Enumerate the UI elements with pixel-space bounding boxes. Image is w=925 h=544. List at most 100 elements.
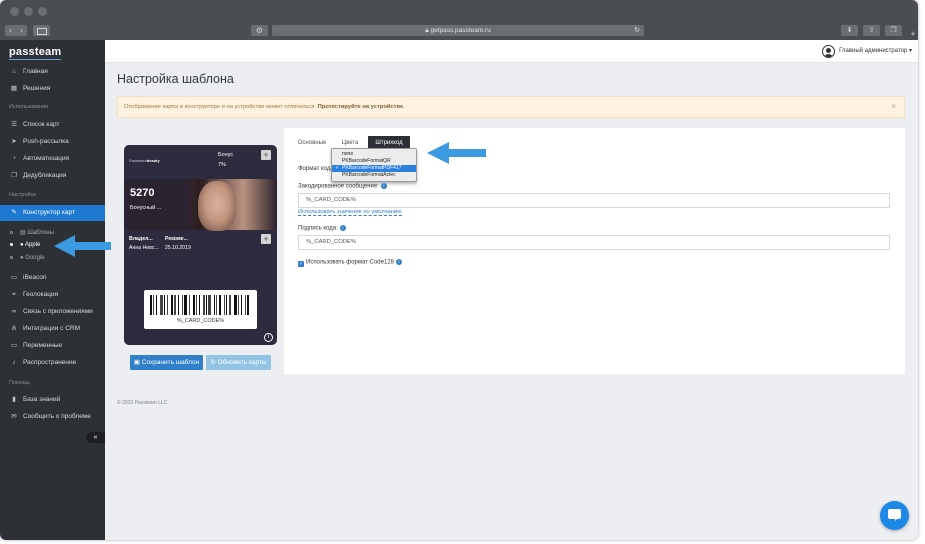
pass-strip-value: 5270 <box>130 187 155 199</box>
code128-checkbox[interactable]: ✓ <box>298 261 304 267</box>
sidebar-item-geolocation[interactable]: ⌖ Геолокация <box>0 287 105 303</box>
download-icon[interactable]: ⬇ <box>841 25 858 36</box>
tabs-icon[interactable]: ❐ <box>885 25 902 36</box>
tab-basic[interactable]: Основные <box>292 136 332 150</box>
sidebar-subitem-templates[interactable]: ▤ Шаблоны <box>10 229 54 236</box>
code-caption-input[interactable]: %_CARD_CODE% <box>298 235 890 250</box>
pass-bonus-value: 7% <box>218 162 226 168</box>
user-menu[interactable]: Главный администратор ▾ <box>839 40 912 63</box>
info-icon[interactable]: i <box>339 225 346 231</box>
sidebar-item-push[interactable]: ➤ Push-рассылка <box>0 134 105 150</box>
chat-widget-button[interactable] <box>880 501 909 530</box>
browser-chrome: ‹ › ⚙ 🔒︎ getpass.passteam.ru ↻ ⬇ ⇪ ❐ + <box>0 0 918 40</box>
add-header-field-button[interactable]: + <box>261 150 271 160</box>
save-template-button[interactable]: ▣ Сохранить шаблон <box>130 355 203 370</box>
sidebar-item-label: Переменные <box>23 342 63 349</box>
sidebar-item-card-list[interactable]: ☰ Список карт <box>0 117 105 133</box>
sidebar-collapse-button[interactable]: « <box>86 432 105 443</box>
pass-preview: Passteambeauty Бонус 7% + 5270 Бонусный … <box>124 145 277 345</box>
monitor-icon: ▭ <box>10 274 18 281</box>
gear-icon[interactable]: ⚙ <box>251 25 268 36</box>
sidebar-subitem-apple[interactable]: ● Apple <box>10 242 40 248</box>
top-bar: Главный администратор ▾ <box>105 40 918 63</box>
sidebar-item-report-problem[interactable]: ✉ Сообщить о проблеме <box>0 409 105 425</box>
sidebar-item-home[interactable]: ⌂ Главная <box>0 64 105 80</box>
dropdown-option[interactable]: PKBarcodeFormatAztec <box>332 172 416 179</box>
sidebar-item-ibeacon[interactable]: ▭ iBeacon <box>0 270 105 286</box>
encoded-message-label: Закодированное сообщение: i <box>298 183 387 190</box>
share-icon[interactable]: ⇪ <box>863 25 880 36</box>
bell-icon: ♪ <box>12 359 16 366</box>
sidebar-item-label: Список карт <box>23 121 60 128</box>
sidebar-subitem-google[interactable]: ● Google <box>10 255 45 261</box>
sidebar-item-card-builder[interactable]: ✎ Конструктор карт <box>0 205 105 221</box>
gauge-icon: ◔ <box>12 155 16 162</box>
list-icon: ☰ <box>11 121 17 128</box>
dropdown-option[interactable]: none <box>332 151 416 158</box>
info-icon[interactable]: i <box>380 183 387 189</box>
refresh-cards-button[interactable]: ↻ Обновить карты <box>206 355 271 370</box>
encoded-message-input[interactable]: %_CARD_CODE% <box>298 193 890 208</box>
barcode-caption: %_CARD_CODE% <box>176 318 225 324</box>
warning-alert: Отображение карты в конструкторе и на ус… <box>117 96 905 118</box>
save-icon: ▣ <box>133 359 142 366</box>
sidebar-item-knowledge-base[interactable]: ▮ База знаний <box>0 392 105 408</box>
sidebar-item-label: Сообщить о проблеме <box>23 413 91 420</box>
barcode-format-label: Формат кода: <box>298 166 336 172</box>
sidebar-item-solutions[interactable]: ▦ Решения <box>0 81 105 97</box>
variables-icon: ▭ <box>10 342 18 349</box>
book-icon: ▮ <box>12 396 16 403</box>
back-icon[interactable]: ‹ <box>5 25 16 36</box>
dropdown-option[interactable]: PKBarcodeFormatQR <box>332 158 416 165</box>
sidebar-item-label: iBeacon <box>23 274 47 281</box>
template-editor-panel: Passteambeauty Бонус 7% + 5270 Бонусный … <box>117 128 905 374</box>
sidebar-item-variables[interactable]: ▭ Переменные <box>0 338 105 354</box>
sitemap-icon: ⋔ <box>11 325 17 332</box>
pass-preview-area: Passteambeauty Бонус 7% + 5270 Бонусный … <box>117 128 284 374</box>
user-avatar-icon[interactable] <box>822 45 835 58</box>
sidebar-item-app-links[interactable]: ∞ Связь с приложениями <box>0 304 105 320</box>
pass-bonus-label: Бонус <box>218 152 234 158</box>
new-tab-icon[interactable]: + <box>908 29 918 40</box>
code-caption-label: Подпись кода: i <box>298 225 346 232</box>
annotation-arrow-dropdown <box>427 142 486 164</box>
alert-close-icon[interactable]: × <box>891 97 896 117</box>
sidebar-item-label: Push-рассылка <box>23 138 69 145</box>
model-face-image <box>198 181 236 231</box>
grid-icon: ▦ <box>10 85 18 92</box>
alert-strong: Протестируйте на устройстве <box>317 104 404 110</box>
comment-icon: ✉ <box>11 413 17 420</box>
forward-icon[interactable]: › <box>16 25 27 36</box>
checkmark-icon: ✓ <box>335 165 340 171</box>
dropdown-option-selected[interactable]: ✓ PKBarcodeFormatPDF417 <box>332 165 416 172</box>
sidebar-item-dedup[interactable]: ❐ Дедубликация <box>0 168 105 184</box>
add-secondary-field-button[interactable]: + <box>261 234 271 244</box>
close-window-dot[interactable] <box>10 7 19 16</box>
sidebar-item-distribution[interactable]: ♪ Распространение <box>0 355 105 371</box>
apple-icon: ● <box>20 242 24 248</box>
sidebar-toggle-icon[interactable] <box>33 25 50 36</box>
passteam-logo[interactable]: passteam <box>9 46 62 60</box>
info-icon[interactable]: i <box>396 259 402 265</box>
sidebar-item-crm[interactable]: ⋔ Интеграции с CRM <box>0 321 105 337</box>
sidebar: passteam ⌂ Главная ▦ Решения Использован… <box>0 40 105 540</box>
address-bar[interactable]: 🔒︎ getpass.passteam.ru ↻ <box>272 25 644 36</box>
sidebar-item-label: Автоматизация <box>23 155 70 162</box>
send-icon: ➤ <box>11 138 17 145</box>
pass-info-icon[interactable]: i <box>264 333 273 342</box>
google-icon: ● <box>20 255 24 261</box>
minimize-window-dot[interactable] <box>24 7 33 16</box>
maximize-window-dot[interactable] <box>38 7 47 16</box>
sidebar-item-label: Дедубликация <box>23 172 67 179</box>
browser-window: ‹ › ⚙ 🔒︎ getpass.passteam.ru ↻ ⬇ ⇪ ❐ + p… <box>0 0 918 540</box>
template-icon: ▤ <box>20 230 26 236</box>
reload-icon[interactable]: ↻ <box>634 25 640 36</box>
pass-barcode: %_CARD_CODE% <box>144 290 257 329</box>
use-default-link[interactable]: Использовать значение по умолчанию <box>298 209 402 216</box>
duplicate-icon: ❐ <box>11 172 17 179</box>
code128-label: Использовать формат Code128 i <box>306 259 402 266</box>
sidebar-item-label: Главная <box>23 68 48 75</box>
sidebar-item-automation[interactable]: ◔ Автоматизация <box>0 151 105 167</box>
page-title: Настройка шаблона <box>117 72 234 86</box>
barcode-format-dropdown[interactable]: none PKBarcodeFormatQR ✓ PKBarcodeFormatP… <box>331 148 417 182</box>
